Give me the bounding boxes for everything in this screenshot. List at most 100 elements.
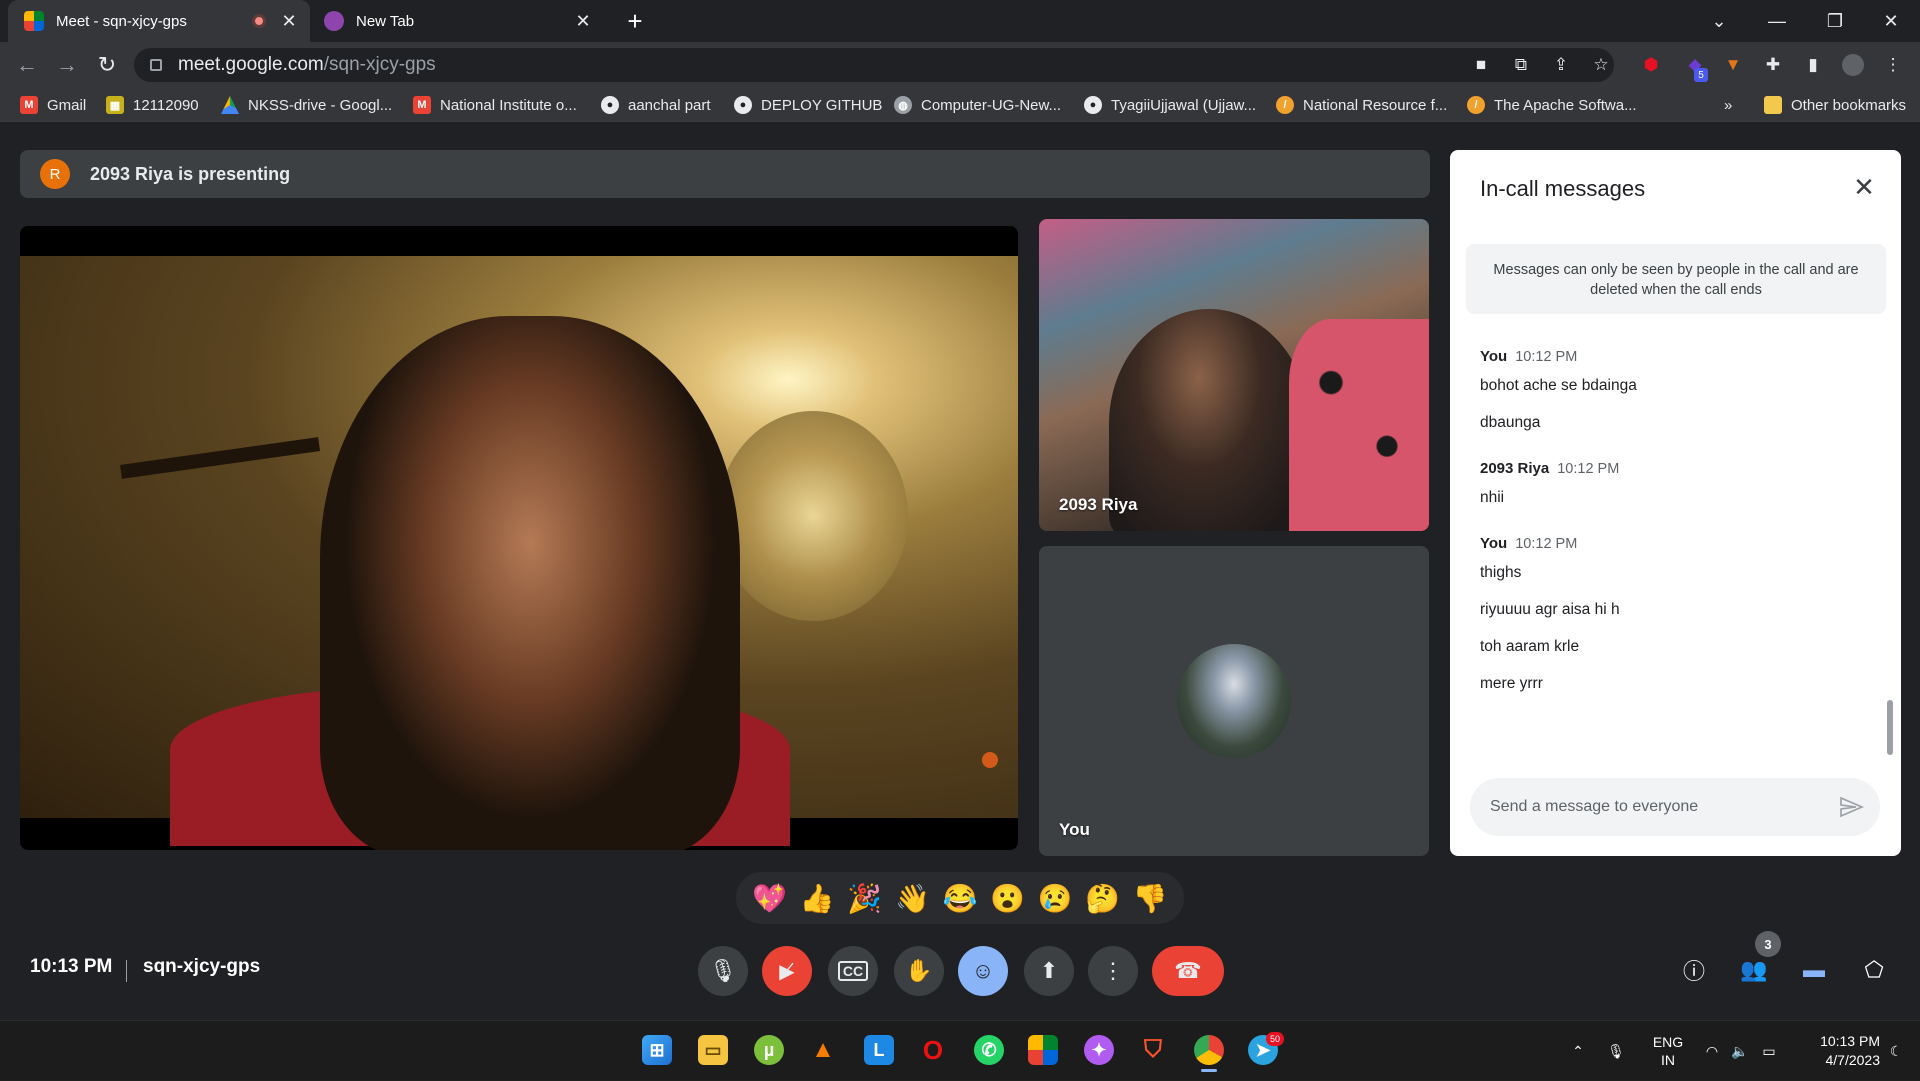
participant-tile-you[interactable]: You: [1039, 546, 1429, 856]
extension-red-icon[interactable]: ⬢: [1640, 54, 1662, 76]
volume-icon[interactable]: 🔈: [1728, 1021, 1752, 1081]
share-icon[interactable]: ⇪: [1550, 54, 1572, 76]
bookmark-computer-ug[interactable]: ◍ Computer-UG-New...: [894, 88, 1061, 122]
folder-icon: [1764, 96, 1782, 114]
shared-screen-video: [20, 256, 1018, 850]
file-explorer-icon[interactable]: ▭: [698, 1035, 728, 1065]
end-call-button[interactable]: ☎: [1152, 946, 1224, 996]
close-tab-icon[interactable]: ✕: [278, 10, 300, 32]
meeting-info-icon[interactable]: ⓘ: [1678, 954, 1710, 986]
chrome-icon[interactable]: [1194, 1035, 1224, 1065]
reaction-surprised[interactable]: 😮: [990, 882, 1025, 915]
panel-title: In-call messages: [1480, 176, 1646, 201]
message-time: 10:12 PM: [1515, 349, 1578, 365]
browser-menu-icon[interactable]: ⋮: [1882, 54, 1904, 76]
message-group: You 10:12 PM thighs riyuuuu agr aisa hi h…: [1480, 535, 1870, 693]
reaction-tears-of-joy[interactable]: 😂: [943, 882, 978, 915]
vlc-icon[interactable]: ▲: [808, 1035, 838, 1065]
close-window-button[interactable]: ✕: [1862, 0, 1920, 42]
reaction-sparkling-heart[interactable]: 💖: [752, 882, 787, 915]
send-icon[interactable]: [1838, 795, 1864, 819]
bookmark-star-icon[interactable]: ☆: [1590, 54, 1612, 76]
utorrent-icon[interactable]: µ: [754, 1035, 784, 1065]
whatsapp-icon[interactable]: ✆: [974, 1035, 1004, 1065]
url-path: /sqn-xjcy-gps: [323, 54, 436, 75]
bookmark-label: Computer-UG-New...: [921, 96, 1062, 114]
mic-tray-icon[interactable]: 🎙: [1604, 1021, 1628, 1081]
metamask-fox-icon[interactable]: ▼: [1722, 54, 1744, 76]
bookmark-12112090[interactable]: ▦ 12112090: [106, 88, 199, 122]
raise-hand-button[interactable]: ✋: [894, 946, 944, 996]
chat-scrollbar[interactable]: [1887, 700, 1893, 755]
tab-meet[interactable]: Meet - sqn-xjcy-gps ✕: [8, 0, 310, 42]
extension-badge: 5: [1694, 68, 1708, 82]
launcher-l-icon[interactable]: L: [864, 1035, 894, 1065]
notifications-icon[interactable]: ☾: [1884, 1021, 1908, 1081]
more-bookmarks-button[interactable]: »: [1724, 88, 1732, 122]
bookmark-tyagiiujjawal[interactable]: ● TyagiiUjjawal (Ujjaw...: [1084, 88, 1256, 122]
bookmark-national-institute[interactable]: M National Institute o...: [413, 88, 577, 122]
other-bookmarks[interactable]: Other bookmarks: [1764, 88, 1906, 122]
bookmark-deploy-github[interactable]: ● DEPLOY GITHUB: [734, 88, 882, 122]
reaction-clapping[interactable]: 👋: [895, 882, 930, 915]
tab-search-icon[interactable]: ⌄: [1690, 0, 1748, 42]
side-panel-icon[interactable]: ▮: [1802, 54, 1824, 76]
close-panel-icon[interactable]: ✕: [1849, 172, 1879, 202]
reaction-thumbs-down[interactable]: 👎: [1133, 882, 1168, 915]
windows-start-icon[interactable]: ⊞: [642, 1035, 672, 1065]
battery-icon[interactable]: ▭: [1756, 1021, 1782, 1081]
captions-button[interactable]: CC: [828, 946, 878, 996]
new-tab-button[interactable]: +: [620, 6, 650, 36]
back-arrow-icon[interactable]: ←: [12, 50, 42, 80]
participant-video-background: [1289, 319, 1429, 531]
profile-avatar[interactable]: [1842, 54, 1864, 76]
restore-button[interactable]: ❐: [1806, 0, 1864, 42]
address-bar[interactable]: meet.google.com/sqn-xjcy-gps: [134, 48, 1614, 82]
presentation-view[interactable]: [20, 226, 1018, 850]
purple-app-icon[interactable]: ✦: [1084, 1035, 1114, 1065]
message-text: nhii: [1480, 489, 1505, 506]
more-options-button[interactable]: ⋮: [1088, 946, 1138, 996]
close-tab-icon[interactable]: ✕: [572, 10, 594, 32]
brave-icon[interactable]: ⛉: [1138, 1035, 1168, 1065]
message-sender: You: [1480, 348, 1508, 365]
system-clock[interactable]: 10:13 PM 4/7/2023: [1790, 1021, 1880, 1081]
reload-icon[interactable]: ↻: [92, 50, 122, 80]
people-icon[interactable]: 👥: [1738, 954, 1770, 986]
reaction-party-popper[interactable]: 🎉: [847, 882, 882, 915]
forward-arrow-icon[interactable]: →: [52, 50, 82, 80]
bookmark-label: TyagiiUjjawal (Ujjaw...: [1111, 96, 1257, 114]
tab-new-tab[interactable]: New Tab ✕: [314, 0, 604, 42]
phone-hangup-icon: ☎: [1174, 958, 1202, 983]
reaction-thinking[interactable]: 🤔: [1085, 882, 1120, 915]
bookmark-label: Other bookmarks: [1791, 96, 1907, 114]
wifi-icon[interactable]: ◠: [1700, 1021, 1724, 1081]
show-hidden-icons-icon[interactable]: ⌃: [1566, 1021, 1590, 1081]
bookmark-gmail[interactable]: M Gmail: [20, 88, 86, 122]
bookmark-apache[interactable]: / The Apache Softwa...: [1467, 88, 1637, 122]
reaction-crying[interactable]: 😢: [1038, 882, 1073, 915]
language-indicator[interactable]: ENG IN: [1640, 1021, 1696, 1081]
bookmark-national-resource[interactable]: / National Resource f...: [1276, 88, 1447, 122]
bookmark-nkss-drive[interactable]: NKSS-drive - Googl...: [221, 88, 392, 122]
open-in-new-window-icon[interactable]: ⧉: [1510, 54, 1532, 76]
microphone-button[interactable]: 🎙: [698, 946, 748, 996]
opera-icon[interactable]: O: [918, 1035, 948, 1065]
google-meet-icon[interactable]: [1028, 1035, 1058, 1065]
message-text: toh aaram krle: [1480, 638, 1580, 655]
present-screen-button[interactable]: ⬆: [1024, 946, 1074, 996]
extensions-puzzle-icon[interactable]: ✚: [1762, 54, 1784, 76]
reaction-thumbs-up[interactable]: 👍: [800, 882, 835, 915]
camera-off-button[interactable]: ▶̸: [762, 946, 812, 996]
minimize-button[interactable]: —: [1748, 0, 1806, 42]
participant-tile-riya[interactable]: 2093 Riya: [1039, 219, 1429, 531]
chat-icon[interactable]: ▬: [1798, 954, 1830, 986]
globe-icon: ◍: [894, 96, 912, 114]
message-input[interactable]: Send a message to everyone: [1470, 778, 1880, 836]
reactions-button[interactable]: ☺: [958, 946, 1008, 996]
self-avatar: [1177, 644, 1291, 758]
hand-icon: ✋: [905, 958, 933, 983]
camera-in-use-icon[interactable]: ■: [1470, 54, 1492, 76]
bookmark-aanchal-part[interactable]: ● aanchal part: [601, 88, 711, 122]
activities-icon[interactable]: ⬠: [1858, 954, 1890, 986]
